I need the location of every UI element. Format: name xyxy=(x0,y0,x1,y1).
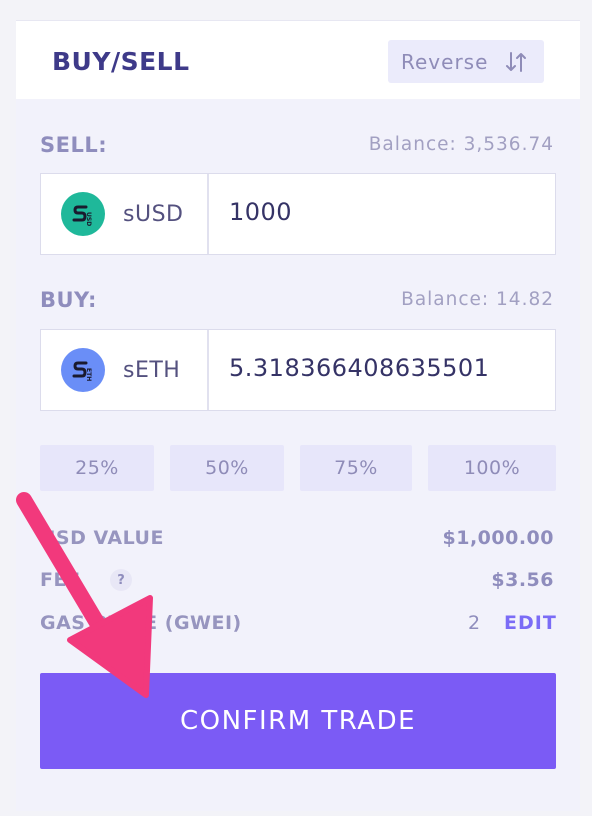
svg-text:ETH: ETH xyxy=(85,368,92,381)
svg-text:USD: USD xyxy=(85,212,92,226)
percent-100-button[interactable]: 100% xyxy=(428,445,556,491)
fee-label: FEE xyxy=(40,569,81,591)
percent-50-button[interactable]: 50% xyxy=(170,445,284,491)
buy-label: BUY: xyxy=(40,288,97,312)
panel-header: BUY/SELL Reverse xyxy=(16,21,580,99)
confirm-trade-button[interactable]: CONFIRM TRADE xyxy=(40,673,556,769)
gas-edit-button[interactable]: EDIT xyxy=(504,612,557,634)
sell-row: USD sUSD xyxy=(40,173,556,255)
usd-value-label: USD VALUE xyxy=(40,527,164,549)
usd-value: $1,000.00 xyxy=(442,527,554,549)
buy-token-name: sETH xyxy=(123,357,181,383)
sell-token-selector[interactable]: USD sUSD xyxy=(41,174,209,254)
gas-price-label: GAS PRICE (GWEI) xyxy=(40,612,242,634)
panel-title: BUY/SELL xyxy=(52,47,190,76)
sell-balance: Balance: 3,536.74 xyxy=(368,134,554,155)
sell-amount-input[interactable] xyxy=(229,198,539,226)
buy-token-selector[interactable]: ETH sETH xyxy=(41,330,209,410)
fee-help-icon[interactable]: ? xyxy=(110,569,132,591)
reverse-button[interactable]: Reverse xyxy=(388,40,544,83)
sell-token-name: sUSD xyxy=(123,201,184,227)
susd-coin-icon: USD xyxy=(61,192,105,236)
fee-value: $3.56 xyxy=(491,569,554,591)
reverse-button-label: Reverse xyxy=(401,49,489,74)
seth-coin-icon: ETH xyxy=(61,348,105,392)
swap-arrows-icon xyxy=(504,50,528,74)
buy-balance: Balance: 14.82 xyxy=(401,289,554,310)
trade-panel: BUY/SELL Reverse SELL: Balance: 3,536.74… xyxy=(16,20,580,811)
percent-75-button[interactable]: 75% xyxy=(300,445,412,491)
gas-price-value: 2 xyxy=(468,612,481,634)
buy-row: ETH sETH xyxy=(40,329,556,411)
sell-label: SELL: xyxy=(40,133,108,157)
buy-amount-input[interactable] xyxy=(229,354,539,382)
percent-25-button[interactable]: 25% xyxy=(40,445,154,491)
